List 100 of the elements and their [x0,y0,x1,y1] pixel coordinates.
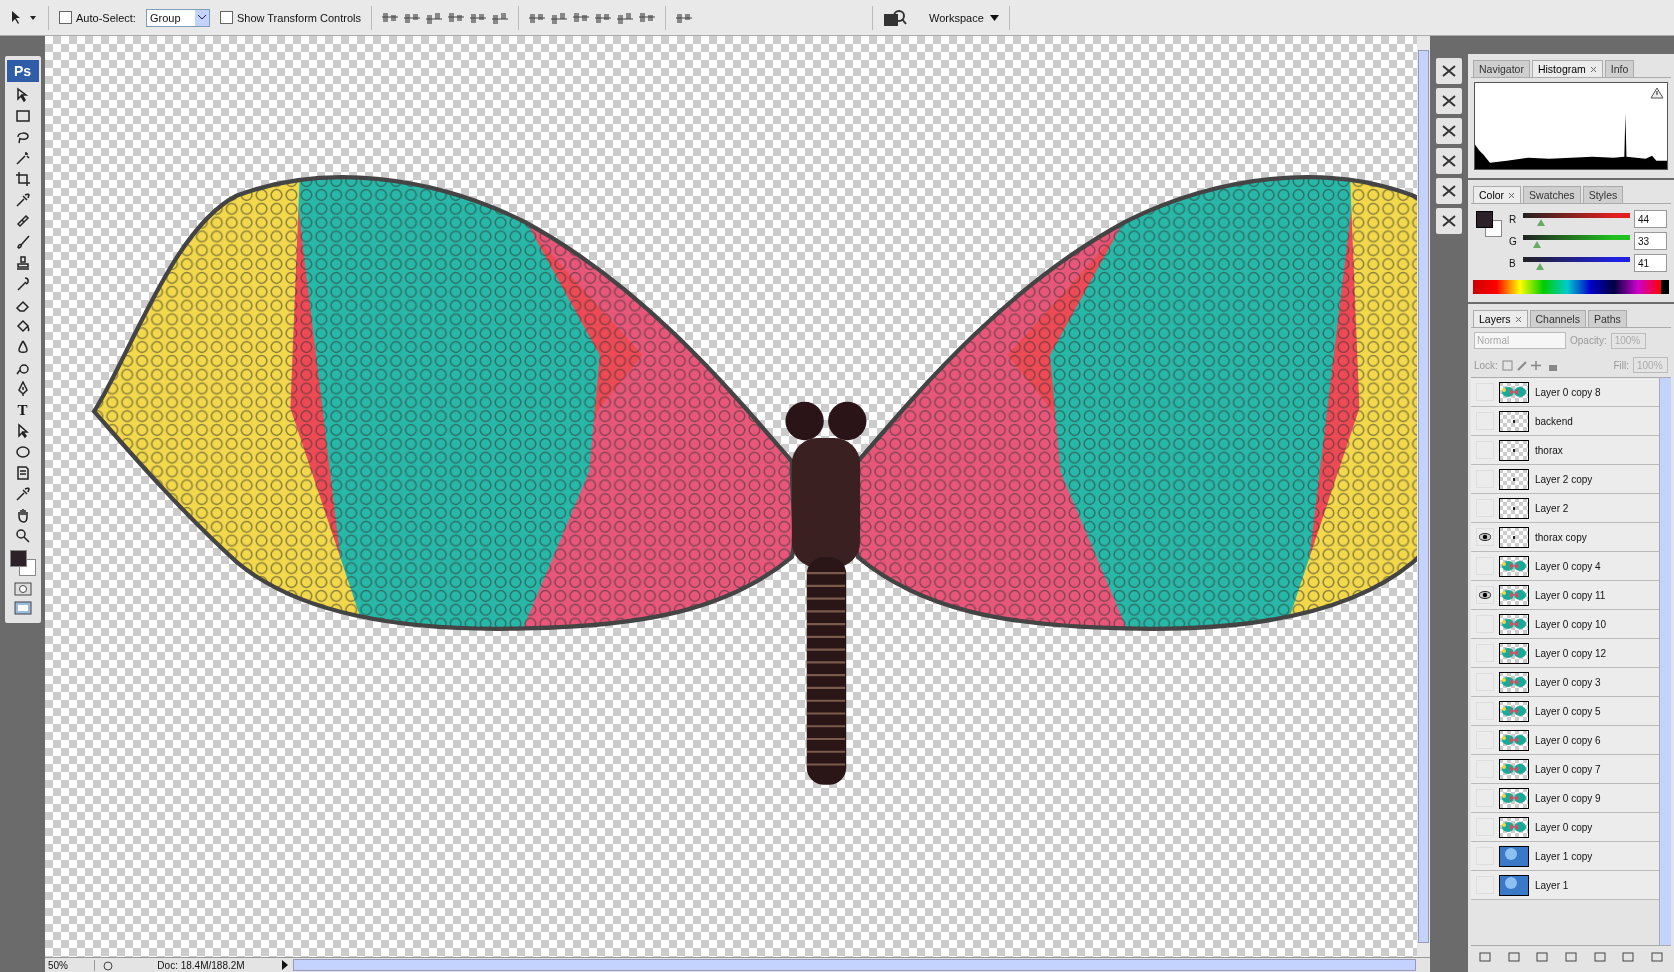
color-swatches[interactable] [1475,210,1503,238]
layer-row[interactable]: Layer 0 copy 10 [1471,610,1659,639]
layer-row[interactable]: Layer 1 copy [1471,842,1659,871]
warning-icon[interactable] [1650,87,1664,99]
layer-thumbnail [1499,555,1529,577]
panel-tab[interactable]: Navigator [1473,60,1530,77]
channel-value-field[interactable]: 33 [1634,232,1667,250]
channel-label: R [1509,213,1518,225]
layer-row[interactable]: Layer 2 [1471,494,1659,523]
panel-tab[interactable]: Color [1473,186,1522,203]
align-icon[interactable] [382,10,399,25]
layer-thumbnail [1499,584,1529,606]
lasso-icon[interactable] [14,129,31,145]
layer-name: Layer 2 copy [1535,473,1593,485]
layer-row[interactable]: Layer 1 [1471,871,1659,900]
visibility-toggle[interactable] [1476,586,1494,604]
visibility-toggle[interactable] [1476,528,1494,546]
align-icon[interactable] [573,10,590,25]
eyedropper-icon[interactable] [14,486,31,502]
auto-select-dropdown[interactable]: Group [145,8,210,27]
bandage-icon[interactable] [14,213,31,229]
panel-tab[interactable]: Swatches [1523,186,1581,203]
layer-row[interactable]: backend [1471,407,1659,436]
layer-thumbnail [1499,439,1529,461]
channel-label: G [1509,235,1518,247]
screen-mode-icon[interactable] [13,601,32,615]
bucket-icon[interactable] [14,318,31,334]
stamp-icon[interactable] [14,255,31,271]
layer-name: backend [1535,415,1573,427]
layer-row[interactable]: Layer 0 copy 5 [1471,697,1659,726]
transform-controls-label: Show Transform Controls [236,11,362,24]
magic-wand-icon[interactable] [14,150,31,166]
transform-controls-checkbox[interactable] [219,11,233,24]
move-tool-icon[interactable] [10,9,38,26]
layer-name: Layer 1 copy [1535,850,1593,862]
align-icon[interactable] [551,10,568,25]
panel-tab[interactable]: Layers [1473,310,1528,327]
app-logo: Ps [6,60,39,82]
align-icon[interactable] [617,10,634,25]
layer-row[interactable]: Layer 0 copy 12 [1471,639,1659,668]
brush-icon[interactable] [14,234,31,250]
layer-row[interactable]: thorax [1471,436,1659,465]
layer-row[interactable]: Layer 0 copy 11 [1471,581,1659,610]
layer-name: Layer 2 [1535,502,1569,514]
align-icon[interactable] [492,10,509,25]
channel-value-field[interactable]: 44 [1634,210,1667,228]
layer-row[interactable]: Layer 0 copy 4 [1471,552,1659,581]
auto-select-checkbox[interactable] [59,11,72,24]
move-tool-icon[interactable] [14,87,31,103]
fill-label: Fill: [1613,359,1629,371]
panel-tab[interactable]: Paths [1587,310,1627,327]
workspace-menu[interactable]: Workspace [929,11,999,24]
layer-row[interactable]: Layer 0 copy 8 [1471,378,1659,407]
panel-tab[interactable]: Channels [1529,310,1586,327]
horizontal-scrollbar[interactable] [293,959,1416,971]
layers-scrollbar[interactable] [1659,378,1671,945]
zoom-icon[interactable] [14,528,31,544]
layer-row[interactable]: Layer 0 copy 7 [1471,755,1659,784]
document-canvas[interactable] [45,36,1417,957]
eyedropper-icon[interactable] [14,192,31,208]
layer-thumbnail [1499,381,1529,403]
status-menu-icon[interactable] [101,959,115,971]
dropdown-arrow-icon [989,14,999,21]
text-tool[interactable]: T [14,402,31,418]
layer-row[interactable]: thorax copy [1471,523,1659,552]
channel-value-field[interactable]: 41 [1634,254,1667,272]
slider-thumb[interactable] [1537,218,1546,226]
close-icon[interactable] [1589,65,1597,73]
marquee-icon[interactable] [14,108,31,124]
layer-row[interactable]: Layer 0 copy [1471,813,1659,842]
align-icon[interactable] [426,10,443,25]
panel-tab[interactable]: Info [1604,60,1635,77]
play-arrow-icon[interactable] [281,960,289,970]
close-icon[interactable] [1508,191,1516,199]
vertical-scrollbar[interactable] [1417,36,1430,957]
align-icon[interactable] [448,10,465,25]
color-spectrum[interactable] [1473,280,1669,294]
layer-thumbnail [1499,526,1529,548]
align-icon[interactable] [639,10,656,25]
slider-thumb[interactable] [1532,240,1541,248]
layer-thumbnail [1499,700,1529,722]
bridge-icon[interactable] [883,8,908,27]
layer-name: Layer 0 copy 6 [1535,734,1601,746]
layer-row[interactable]: Layer 0 copy 6 [1471,726,1659,755]
close-icon[interactable] [1514,315,1522,323]
layer-row[interactable]: Layer 2 copy [1471,465,1659,494]
slider-thumb[interactable] [1536,262,1545,270]
panel-tab[interactable]: Histogram [1531,60,1603,77]
layer-name: thorax copy [1535,531,1587,543]
layer-row[interactable]: Layer 0 copy 9 [1471,784,1659,813]
quick-mask-icon[interactable] [13,582,32,596]
crop-icon[interactable] [14,171,31,187]
opacity-label: Opacity: [1570,335,1607,346]
layer-name: Layer 0 copy 7 [1535,763,1601,775]
panel-tab[interactable]: Styles [1582,186,1624,203]
layer-name: Layer 0 copy 3 [1535,676,1601,688]
notes-icon[interactable] [14,465,31,481]
zoom-level[interactable]: 50% [45,959,95,971]
color-swatches[interactable] [8,549,37,577]
layer-row[interactable]: Layer 0 copy 3 [1471,668,1659,697]
